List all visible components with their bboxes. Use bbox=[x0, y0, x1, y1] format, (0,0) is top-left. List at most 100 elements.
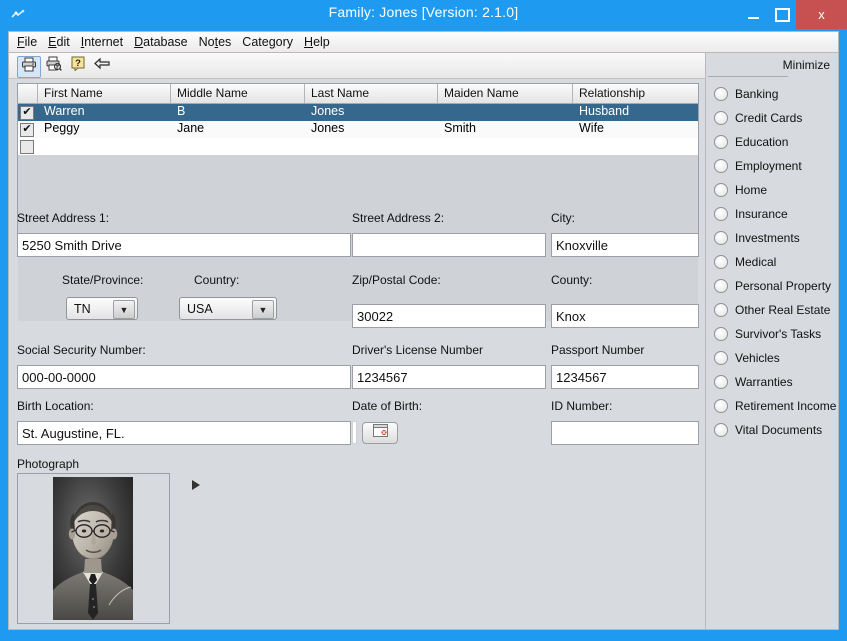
sidebar-item-vital-documents[interactable]: Vital Documents bbox=[706, 418, 839, 442]
grid-header-relationship[interactable]: Relationship bbox=[573, 84, 698, 103]
sidebar-item-personal-property[interactable]: Personal Property bbox=[706, 274, 839, 298]
street-address-1-label: Street Address 1: bbox=[17, 211, 110, 225]
date-picker-button[interactable] bbox=[362, 422, 398, 444]
grid-header-middle-name[interactable]: Middle Name bbox=[171, 84, 305, 103]
drivers-license-number-input[interactable]: 1234567 bbox=[352, 365, 546, 389]
chevron-down-icon[interactable]: ▼ bbox=[113, 300, 135, 319]
menu-label: es bbox=[218, 35, 232, 49]
city-label: City: bbox=[551, 211, 575, 225]
passport-number-input[interactable]: 1234567 bbox=[551, 365, 699, 389]
category-sidebar: Minimize Banking Credit Cards Education … bbox=[705, 53, 838, 629]
county-input[interactable]: Knox bbox=[551, 304, 699, 328]
sidebar-item-employment[interactable]: Employment bbox=[706, 154, 839, 178]
sidebar-item-retirement-income[interactable]: Retirement Income bbox=[706, 394, 839, 418]
row-checkbox-cell[interactable]: ✔ bbox=[18, 121, 38, 138]
sidebar-item-credit-cards[interactable]: Credit Cards bbox=[706, 106, 839, 130]
sidebar-item-insurance[interactable]: Insurance bbox=[706, 202, 839, 226]
radio-icon[interactable] bbox=[714, 255, 728, 269]
photograph-frame[interactable] bbox=[17, 473, 170, 624]
title-bar: Family: Jones [Version: 2.1.0] x bbox=[0, 0, 847, 29]
family-members-grid[interactable]: First Name Middle Name Last Name Maiden … bbox=[17, 83, 699, 321]
grid-header-last-name[interactable]: Last Name bbox=[305, 84, 438, 103]
sidebar-item-label: Banking bbox=[735, 87, 779, 101]
checkbox-checked-icon[interactable]: ✔ bbox=[20, 105, 34, 120]
radio-icon[interactable] bbox=[714, 375, 728, 389]
radio-icon[interactable] bbox=[714, 399, 728, 413]
menu-label: ory bbox=[275, 35, 294, 49]
sidebar-item-label: Survivor's Tasks bbox=[735, 327, 822, 341]
minimize-window-button[interactable] bbox=[738, 0, 768, 29]
radio-icon[interactable] bbox=[714, 183, 728, 197]
sidebar-item-banking[interactable]: Banking bbox=[706, 82, 839, 106]
sidebar-item-investments[interactable]: Investments bbox=[706, 226, 839, 250]
menu-item-internet[interactable]: Internet bbox=[81, 35, 123, 49]
minimize-sidebar-link[interactable]: Minimize bbox=[783, 58, 830, 72]
print-preview-button[interactable] bbox=[43, 56, 65, 76]
menu-label: dit bbox=[56, 35, 70, 49]
table-row[interactable]: ✔ Warren B Jones Husband bbox=[18, 104, 698, 121]
cell-middle-name bbox=[171, 138, 305, 155]
radio-icon[interactable] bbox=[714, 135, 728, 149]
city-input[interactable]: Knoxville bbox=[551, 233, 699, 257]
checkbox-checked-icon[interactable]: ✔ bbox=[20, 122, 34, 137]
radio-icon[interactable] bbox=[714, 207, 728, 221]
cell-first-name: Warren bbox=[44, 104, 85, 118]
table-row[interactable] bbox=[18, 138, 698, 155]
sidebar-item-other-real-estate[interactable]: Other Real Estate bbox=[706, 298, 839, 322]
radio-icon[interactable] bbox=[714, 423, 728, 437]
close-window-button[interactable]: x bbox=[796, 0, 847, 29]
radio-icon[interactable] bbox=[714, 327, 728, 341]
country-label: Country: bbox=[194, 273, 240, 287]
sidebar-item-label: Other Real Estate bbox=[735, 303, 831, 317]
menu-item-edit[interactable]: Edit bbox=[48, 35, 70, 49]
play-next-photo-icon[interactable] bbox=[192, 480, 200, 490]
sidebar-item-education[interactable]: Education bbox=[706, 130, 839, 154]
sidebar-item-home[interactable]: Home bbox=[706, 178, 839, 202]
row-checkbox-cell[interactable]: ✔ bbox=[18, 104, 38, 121]
sidebar-item-vehicles[interactable]: Vehicles bbox=[706, 346, 839, 370]
radio-icon[interactable] bbox=[714, 87, 728, 101]
radio-icon[interactable] bbox=[714, 231, 728, 245]
menu-item-file[interactable]: File bbox=[17, 35, 37, 49]
menu-item-help[interactable]: Help bbox=[304, 35, 330, 49]
print-button[interactable] bbox=[17, 56, 41, 78]
help-icon: ? bbox=[71, 56, 86, 76]
menu-mnemonic: H bbox=[304, 35, 314, 49]
grid-header-checkbox-col[interactable] bbox=[18, 84, 38, 103]
radio-icon[interactable] bbox=[714, 159, 728, 173]
radio-icon[interactable] bbox=[714, 303, 728, 317]
id-number-input[interactable] bbox=[551, 421, 699, 445]
sidebar-item-survivors-tasks[interactable]: Survivor's Tasks bbox=[706, 322, 839, 346]
radio-icon[interactable] bbox=[714, 279, 728, 293]
help-button[interactable]: ? bbox=[67, 56, 89, 76]
date-of-birth-input[interactable] bbox=[352, 421, 357, 444]
cell-maiden-name bbox=[438, 138, 573, 155]
radio-icon[interactable] bbox=[714, 351, 728, 365]
checkbox-unchecked-icon[interactable] bbox=[20, 139, 34, 154]
grid-header-maiden-name[interactable]: Maiden Name bbox=[438, 84, 573, 103]
back-arrow-icon bbox=[94, 57, 110, 75]
row-checkbox-cell[interactable] bbox=[18, 138, 38, 155]
street-address-1-input[interactable]: 5250 Smith Drive bbox=[17, 233, 351, 257]
social-security-number-input[interactable]: 000-00-0000 bbox=[17, 365, 351, 389]
menu-item-notes[interactable]: Notes bbox=[199, 35, 232, 49]
zip-postal-code-input[interactable]: 30022 bbox=[352, 304, 546, 328]
birth-location-input[interactable]: St. Augustine, FL. bbox=[17, 421, 351, 445]
menu-item-database[interactable]: Database bbox=[134, 35, 188, 49]
menu-item-category[interactable]: Category bbox=[242, 35, 293, 49]
maximize-window-button[interactable] bbox=[768, 0, 796, 29]
photograph-image bbox=[53, 477, 133, 620]
minimize-icon bbox=[738, 0, 768, 29]
state-province-select[interactable]: TN ▼ bbox=[66, 297, 138, 320]
country-select[interactable]: USA ▼ bbox=[179, 297, 277, 320]
cell-last-name: Jones bbox=[311, 121, 345, 135]
sidebar-item-medical[interactable]: Medical bbox=[706, 250, 839, 274]
street-address-2-input[interactable] bbox=[352, 233, 546, 257]
sidebar-item-warranties[interactable]: Warranties bbox=[706, 370, 839, 394]
grid-header-first-name[interactable]: First Name bbox=[38, 84, 171, 103]
radio-icon[interactable] bbox=[714, 111, 728, 125]
table-row[interactable]: ✔ Peggy Jane Jones Smith Wife bbox=[18, 121, 698, 138]
chevron-down-icon[interactable]: ▼ bbox=[252, 300, 274, 319]
sidebar-item-label: Retirement Income bbox=[735, 399, 837, 413]
back-button[interactable] bbox=[91, 56, 113, 76]
